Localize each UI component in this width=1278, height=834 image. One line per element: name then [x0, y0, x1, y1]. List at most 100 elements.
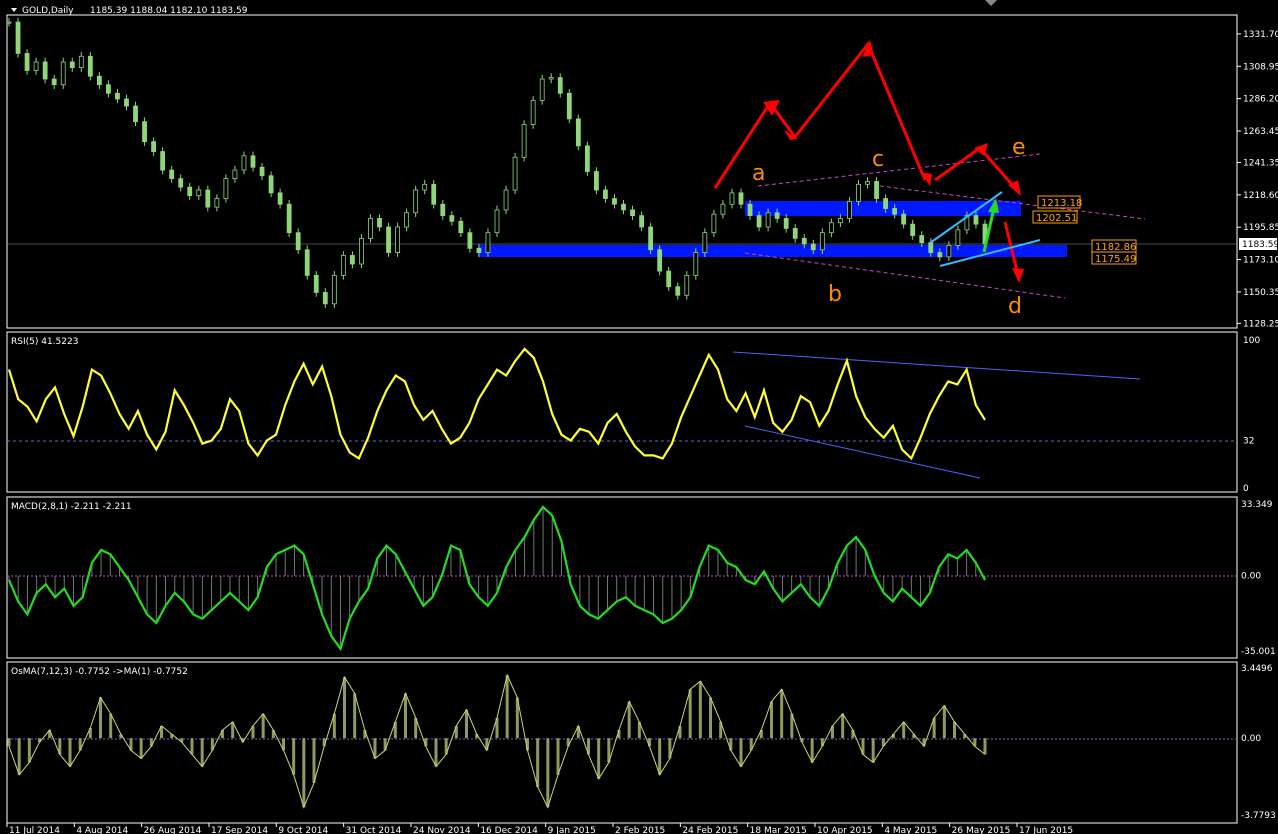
candle-body [765, 212, 771, 228]
candle-body [467, 232, 473, 249]
candle-body [557, 77, 563, 94]
trading-chart[interactable]: 1213.18 1202.51 1182.86 1175.49 a b c d … [0, 0, 1278, 834]
candle-body [286, 203, 292, 234]
x-tick-label: 9 Oct 2014 [278, 826, 328, 834]
candle-body [386, 226, 391, 253]
scroll-marker-icon[interactable] [985, 0, 997, 6]
candle-body [115, 92, 120, 100]
candle-body [322, 292, 328, 305]
candle-body [169, 169, 175, 180]
candle-body [69, 61, 75, 69]
candle-body [178, 178, 184, 188]
candle-body [413, 189, 419, 214]
candle-body [196, 189, 202, 197]
candle-body [160, 151, 166, 171]
x-tick-label: 26 Aug 2014 [144, 826, 202, 834]
candle-body [359, 237, 364, 265]
candle-body [304, 249, 310, 276]
candle-body [801, 237, 807, 245]
candle-body [937, 252, 943, 258]
rsi-lower-trendline [744, 425, 981, 479]
candle-body [6, 21, 12, 24]
osma-histogram [7, 675, 987, 808]
candle-body [24, 53, 30, 71]
candle-body [575, 118, 581, 147]
candle-body [422, 183, 428, 191]
osma-signal-line [8, 673, 986, 809]
candle-body [51, 78, 57, 86]
wave-label-e: e [1012, 135, 1026, 160]
candle-body [747, 203, 753, 217]
candle-body [675, 286, 681, 296]
candle-body [295, 232, 301, 251]
candle-body [340, 255, 346, 276]
candle-body [350, 255, 355, 265]
candle-body [539, 78, 545, 101]
y-tick-label: 32 [1243, 437, 1254, 447]
candle-body [702, 232, 708, 253]
candle-body [892, 208, 898, 215]
rsi-label: RSI(5) 41.5223 [11, 337, 78, 347]
candle-body [792, 228, 798, 239]
candle-body [33, 61, 39, 71]
candle-body [874, 181, 879, 199]
candle-body [919, 235, 925, 244]
x-tick-label: 4 May 2015 [884, 826, 937, 834]
price-axis: 1331.70 1308.95 1286.20 1263.45 1241.35 1218.… [1237, 30, 1278, 329]
ohlc-values: 1185.39 1188.04 1182.10 1183.59 [90, 6, 248, 16]
candle-body [404, 212, 410, 228]
candle-body [630, 209, 635, 217]
candle-body [847, 200, 852, 219]
candle-body [693, 252, 699, 276]
candle-body [142, 121, 147, 143]
candle-body [476, 247, 482, 253]
y-tick-label: 1331.70 [1243, 30, 1278, 40]
candle-body [241, 155, 247, 171]
price-tag-3: 1182.86 [1095, 242, 1136, 253]
projection-path-1 [713, 41, 927, 189]
candle-body [60, 61, 66, 86]
candle-body [566, 92, 572, 120]
wave-channel [744, 153, 1146, 299]
candle-body [819, 232, 825, 251]
rsi-upper-trendline [732, 351, 1141, 380]
candle-body [458, 220, 464, 234]
wave-label-a: a [752, 161, 765, 186]
candle-body [214, 198, 220, 208]
candle-body [440, 203, 446, 217]
projection-arrows [713, 41, 1020, 276]
wave-label-b: b [828, 282, 842, 307]
candle-body [205, 189, 211, 208]
y-tick-label: 1150.35 [1243, 288, 1278, 298]
x-tick-label: 11 Jul 2014 [9, 826, 60, 834]
candle-body [512, 156, 518, 191]
price-panel-frame [6, 14, 1238, 329]
y-tick-label: -35.001 [1241, 647, 1276, 657]
candle-body [277, 192, 283, 205]
candle-body [856, 183, 861, 202]
macd-histogram [8, 506, 986, 649]
candle-body [910, 223, 916, 236]
arrowhead-7 [1012, 268, 1024, 283]
candle-body [648, 226, 654, 251]
y-tick-label: 3.4496 [1241, 664, 1273, 674]
price-tag-2: 1202.51 [1036, 213, 1077, 224]
osma-axis: 3.4496 0.00 -3.7793 [1241, 664, 1276, 821]
dropdown-icon[interactable] [11, 8, 17, 12]
y-tick-label: 1195.85 [1243, 223, 1278, 233]
candle-body [521, 124, 527, 158]
x-tick-label: 17 Sep 2014 [211, 826, 268, 834]
candle-body [720, 203, 726, 215]
candle-body [250, 155, 256, 168]
x-tick-label: 24 Feb 2015 [682, 826, 738, 834]
candle-body [259, 166, 265, 177]
candle-body [865, 181, 870, 185]
candle-body [78, 55, 84, 69]
candle-body [783, 218, 789, 229]
wave-label-c: c [872, 147, 884, 172]
candle-body [42, 61, 48, 80]
candle-body [96, 75, 102, 86]
candle-body [594, 171, 599, 191]
rsi-axis: 100 32 0 [1243, 336, 1260, 494]
y-tick-label: 0.00 [1241, 572, 1261, 582]
